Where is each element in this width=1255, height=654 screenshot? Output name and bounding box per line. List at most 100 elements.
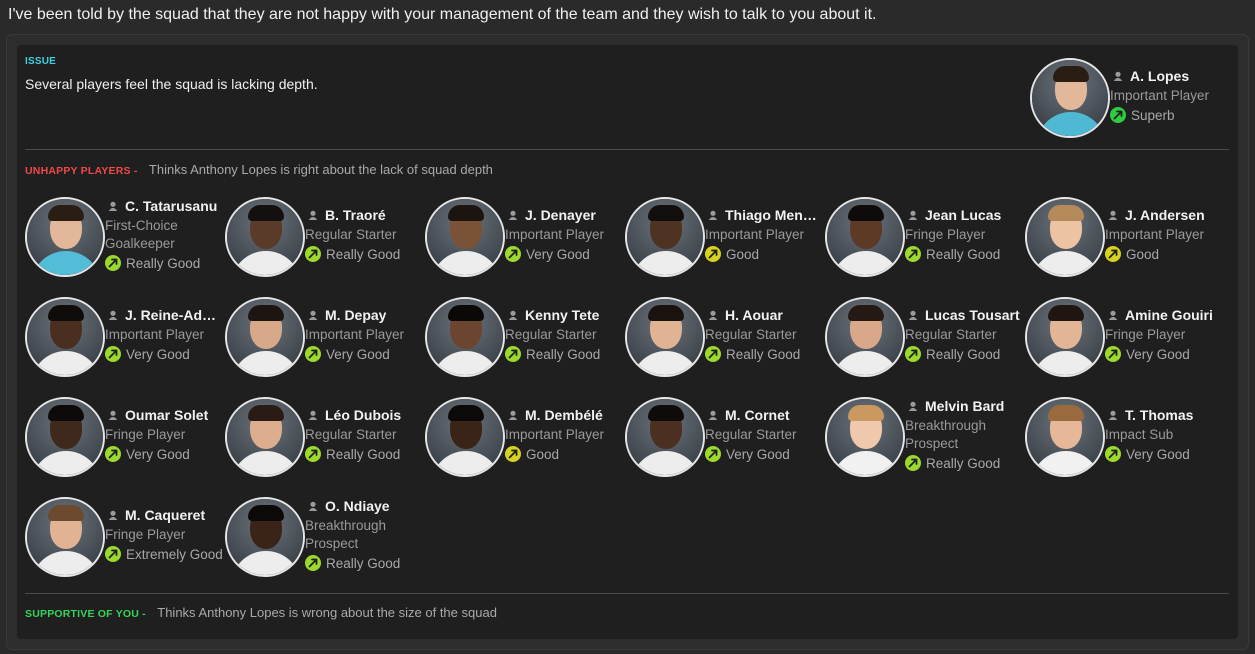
player-name[interactable]: J. Andersen <box>1125 207 1205 223</box>
player-avatar[interactable] <box>225 297 305 377</box>
player-avatar[interactable] <box>25 297 105 377</box>
player-avatar[interactable] <box>425 297 505 377</box>
player-avatar[interactable] <box>825 397 905 477</box>
player-role: Regular Starter <box>305 227 397 242</box>
player-role: Regular Starter <box>305 427 397 442</box>
player-name[interactable]: H. Aouar <box>725 307 783 323</box>
player-status-icon <box>308 210 318 220</box>
player-avatar[interactable] <box>625 397 705 477</box>
player-name[interactable]: M. Dembélé <box>525 407 603 423</box>
player-card[interactable]: J. Denayer Important Player Very Good <box>425 197 621 281</box>
player-avatar[interactable] <box>625 297 705 377</box>
player-card[interactable]: J. Reine-Adélaïde Important Player Very Go… <box>25 297 223 381</box>
player-status-icon <box>1108 310 1118 320</box>
player-card[interactable]: M. Depay Important Player Very Good <box>225 297 421 381</box>
player-card[interactable]: C. Tatarusanu First-Choice Goalkeeper Real… <box>25 197 221 281</box>
player-card[interactable]: A. Lopes Important Player Superb <box>1030 58 1230 142</box>
unhappy-players-tag: UNHAPPY PLAYERS - <box>25 165 138 177</box>
player-status-icon <box>308 310 318 320</box>
player-role: Regular Starter <box>905 327 997 342</box>
player-card[interactable]: Thiago Mendes Important Player Good <box>625 197 823 281</box>
player-avatar[interactable] <box>625 197 705 277</box>
player-rating: Really Good <box>326 246 401 262</box>
unhappy-players-heading: UNHAPPY PLAYERS - Thinks Anthony Lopes i… <box>25 162 493 177</box>
player-name[interactable]: J. Reine-Adélaïde <box>125 307 223 323</box>
player-name[interactable]: O. Ndiaye <box>325 498 390 514</box>
rating-indicator-icon <box>505 346 521 362</box>
player-avatar[interactable] <box>1025 197 1105 277</box>
player-name[interactable]: C. Tatarusanu <box>125 198 217 214</box>
player-status-icon <box>908 210 918 220</box>
player-card[interactable]: M. Dembélé Important Player Good <box>425 397 621 481</box>
player-role: First-Choice Goalkeeper <box>105 218 178 251</box>
player-card[interactable]: Lucas Tousart Regular Starter Really Good <box>825 297 1021 381</box>
player-card[interactable]: Amine Gouiri Fringe Player Very Good <box>1025 297 1221 381</box>
player-name[interactable]: B. Traoré <box>325 207 386 223</box>
player-avatar[interactable] <box>225 397 305 477</box>
player-card[interactable]: M. Cornet Regular Starter Very Good <box>625 397 821 481</box>
rating-indicator-icon <box>1105 246 1121 262</box>
player-name[interactable]: Lucas Tousart <box>925 307 1020 323</box>
player-status-icon <box>108 510 118 520</box>
player-status-icon <box>108 310 118 320</box>
player-status-icon <box>1108 210 1118 220</box>
player-name[interactable]: M. Caqueret <box>125 507 205 523</box>
player-role: Important Player <box>105 327 205 342</box>
player-card[interactable]: Melvin Bard Breakthrough Prospect Really G… <box>825 397 1021 481</box>
player-card[interactable]: M. Caqueret Fringe Player Extremely Good <box>25 497 223 581</box>
player-card[interactable]: T. Thomas Impact Sub Very Good <box>1025 397 1221 481</box>
player-card[interactable]: Léo Dubois Regular Starter Really Good <box>225 397 421 481</box>
player-rating: Very Good <box>126 346 190 362</box>
player-role: Fringe Player <box>905 227 986 242</box>
player-avatar[interactable] <box>225 497 305 577</box>
player-card[interactable]: J. Andersen Important Player Good <box>1025 197 1221 281</box>
player-role: Regular Starter <box>705 427 797 442</box>
player-avatar[interactable] <box>25 197 105 277</box>
player-rating: Good <box>726 246 760 262</box>
player-name[interactable]: Thiago Mendes <box>725 207 823 223</box>
player-card[interactable]: H. Aouar Regular Starter Really Good <box>625 297 821 381</box>
player-name[interactable]: J. Denayer <box>525 207 596 223</box>
player-avatar[interactable] <box>1030 58 1110 138</box>
player-avatar[interactable] <box>1025 297 1105 377</box>
player-name[interactable]: Kenny Tete <box>525 307 599 323</box>
player-name[interactable]: M. Depay <box>325 307 386 323</box>
player-card[interactable]: Kenny Tete Regular Starter Really Good <box>425 297 621 381</box>
player-role: Breakthrough Prospect <box>305 518 387 551</box>
player-name[interactable]: T. Thomas <box>1125 407 1193 423</box>
player-avatar[interactable] <box>1025 397 1105 477</box>
player-name[interactable]: A. Lopes <box>1130 68 1189 84</box>
player-avatar[interactable] <box>25 397 105 477</box>
player-avatar[interactable] <box>425 397 505 477</box>
player-role: Breakthrough Prospect <box>905 418 987 451</box>
player-status-icon <box>1113 71 1123 81</box>
rating-indicator-icon <box>105 346 121 362</box>
player-name[interactable]: Amine Gouiri <box>1125 307 1213 323</box>
section-divider <box>25 149 1229 150</box>
player-name[interactable]: Melvin Bard <box>925 398 1004 414</box>
player-avatar[interactable] <box>25 497 105 577</box>
player-name[interactable]: M. Cornet <box>725 407 790 423</box>
player-status-icon <box>108 410 118 420</box>
player-status-icon <box>108 201 118 211</box>
player-avatar[interactable] <box>825 197 905 277</box>
rating-indicator-icon <box>505 446 521 462</box>
player-card[interactable]: B. Traoré Regular Starter Really Good <box>225 197 421 281</box>
player-card[interactable]: Oumar Solet Fringe Player Very Good <box>25 397 221 481</box>
player-name[interactable]: Oumar Solet <box>125 407 208 423</box>
player-rating: Very Good <box>526 246 590 262</box>
player-status-icon <box>708 310 718 320</box>
issue-description: Several players feel the squad is lackin… <box>25 76 318 92</box>
player-avatar[interactable] <box>825 297 905 377</box>
player-status-icon <box>708 210 718 220</box>
rating-indicator-icon <box>905 455 921 471</box>
player-role: Fringe Player <box>1105 327 1186 342</box>
player-name[interactable]: Léo Dubois <box>325 407 401 423</box>
player-avatar[interactable] <box>225 197 305 277</box>
player-card[interactable]: Jean Lucas Fringe Player Really Good <box>825 197 1021 281</box>
rating-indicator-icon <box>105 255 121 271</box>
player-card[interactable]: O. Ndiaye Breakthrough Prospect Really Goo… <box>225 497 421 581</box>
player-avatar[interactable] <box>425 197 505 277</box>
player-name[interactable]: Jean Lucas <box>925 207 1001 223</box>
supportive-desc: Thinks Anthony Lopes is wrong about the … <box>157 605 497 620</box>
